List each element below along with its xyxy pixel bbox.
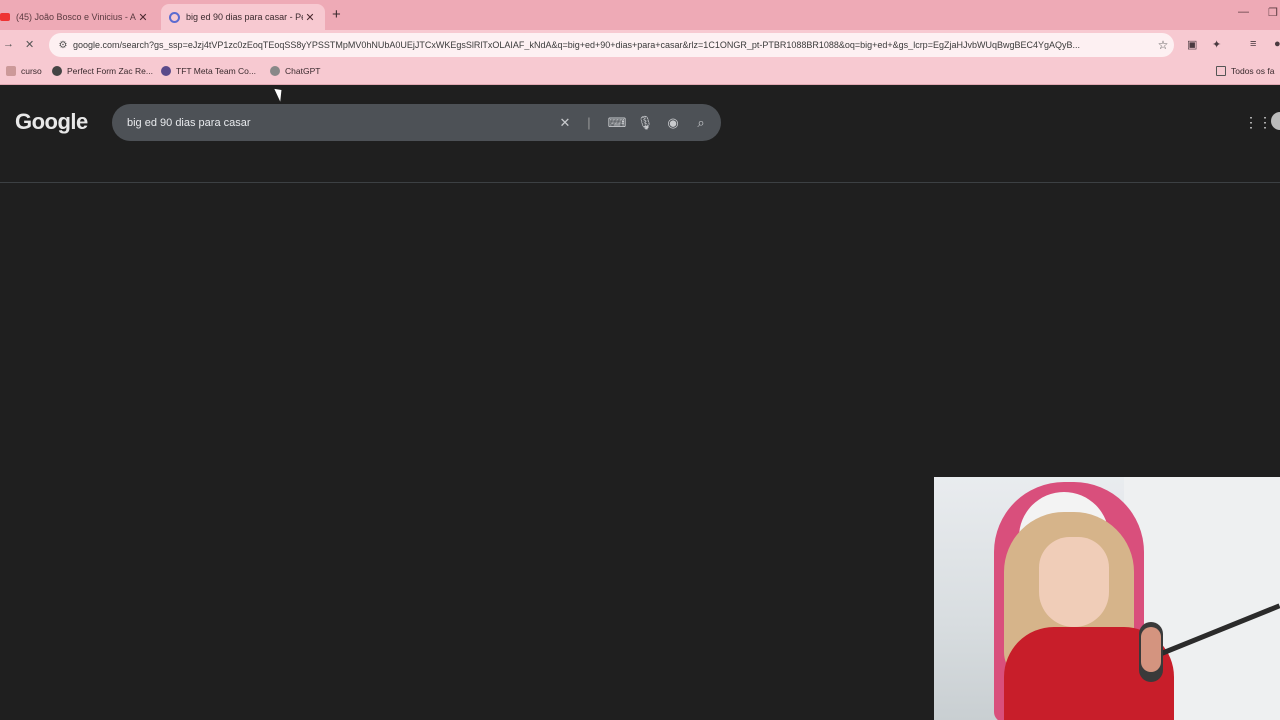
keyboard-icon[interactable]: ⌨ bbox=[603, 115, 631, 131]
google-icon bbox=[169, 11, 180, 23]
profile-icon[interactable]: ● bbox=[1274, 38, 1280, 50]
extension-icon[interactable]: ▣ bbox=[1187, 38, 1197, 51]
browser-toolbar: → ✕ ⚙ google.com/search?gs_ssp=eJzj4tVP1… bbox=[0, 30, 1280, 60]
stop-loading-icon[interactable]: ✕ bbox=[25, 38, 34, 51]
folder-icon bbox=[1216, 66, 1226, 76]
bookmark-icon bbox=[6, 66, 16, 76]
tab-title: (45) João Bosco e Vinicius - Am bbox=[16, 12, 136, 22]
bookmark-tft-meta[interactable]: TFT Meta Team Co... bbox=[161, 66, 256, 76]
extensions-puzzle-icon[interactable]: ✦ bbox=[1212, 38, 1221, 51]
close-tab-icon[interactable]: ✕ bbox=[136, 11, 150, 24]
bookmark-perfect-form[interactable]: Perfect Form Zac Re... bbox=[52, 66, 153, 76]
new-tab-button[interactable]: + bbox=[332, 6, 341, 23]
forward-icon[interactable]: → bbox=[3, 38, 14, 50]
google-logo[interactable]: Google bbox=[15, 109, 88, 135]
bookmark-icon bbox=[52, 66, 62, 76]
webcam-overlay bbox=[934, 477, 1280, 720]
search-box[interactable]: ✕ | ⌨ 🎙 ◉ ⌕ bbox=[112, 104, 721, 141]
bookmark-label: ChatGPT bbox=[285, 66, 321, 76]
bookmark-label: TFT Meta Team Co... bbox=[176, 66, 256, 76]
bookmark-label: Perfect Form Zac Re... bbox=[67, 66, 153, 76]
bookmarks-bar: curso Perfect Form Zac Re... TFT Meta Te… bbox=[0, 60, 1280, 85]
minimize-icon[interactable]: — bbox=[1238, 6, 1249, 18]
streamer-face bbox=[1039, 537, 1109, 627]
site-info-icon[interactable]: ⚙ bbox=[53, 40, 73, 51]
all-bookmarks-label: Todos os fa bbox=[1231, 66, 1275, 76]
chatgpt-icon bbox=[270, 66, 280, 76]
microphone-icon[interactable]: 🎙 bbox=[631, 115, 659, 131]
header-divider bbox=[0, 182, 1280, 183]
search-input[interactable] bbox=[112, 116, 551, 129]
camera-lens-icon[interactable]: ◉ bbox=[659, 115, 687, 131]
search-icon[interactable]: ⌕ bbox=[687, 115, 715, 131]
divider: | bbox=[587, 115, 591, 130]
tab-google-search[interactable]: big ed 90 dias para casar - Pesq ✕ bbox=[161, 4, 325, 30]
bookmark-label: curso bbox=[21, 66, 42, 76]
bookmark-chatgpt[interactable]: ChatGPT bbox=[270, 66, 320, 76]
media-controls-icon[interactable]: ≡ bbox=[1250, 38, 1256, 50]
maximize-icon[interactable]: ❐ bbox=[1268, 6, 1278, 19]
address-bar[interactable]: ⚙ google.com/search?gs_ssp=eJzj4tVP1zc0z… bbox=[49, 33, 1174, 57]
url-text[interactable]: google.com/search?gs_ssp=eJzj4tVP1zc0zEo… bbox=[73, 40, 1152, 50]
tab-youtube[interactable]: (45) João Bosco e Vinicius - Am ✕ bbox=[0, 4, 158, 30]
bookmark-icon bbox=[161, 66, 171, 76]
all-bookmarks[interactable]: Todos os fa bbox=[1216, 66, 1274, 76]
bookmark-star-icon[interactable]: ☆ bbox=[1152, 38, 1174, 52]
bookmark-curso[interactable]: curso bbox=[6, 66, 42, 76]
tab-title: big ed 90 dias para casar - Pesq bbox=[186, 12, 303, 22]
tab-strip: (45) João Bosco e Vinicius - Am ✕ big ed… bbox=[0, 0, 1280, 30]
close-tab-icon[interactable]: ✕ bbox=[303, 11, 317, 24]
youtube-icon bbox=[0, 13, 10, 21]
microphone-light bbox=[1141, 627, 1161, 672]
